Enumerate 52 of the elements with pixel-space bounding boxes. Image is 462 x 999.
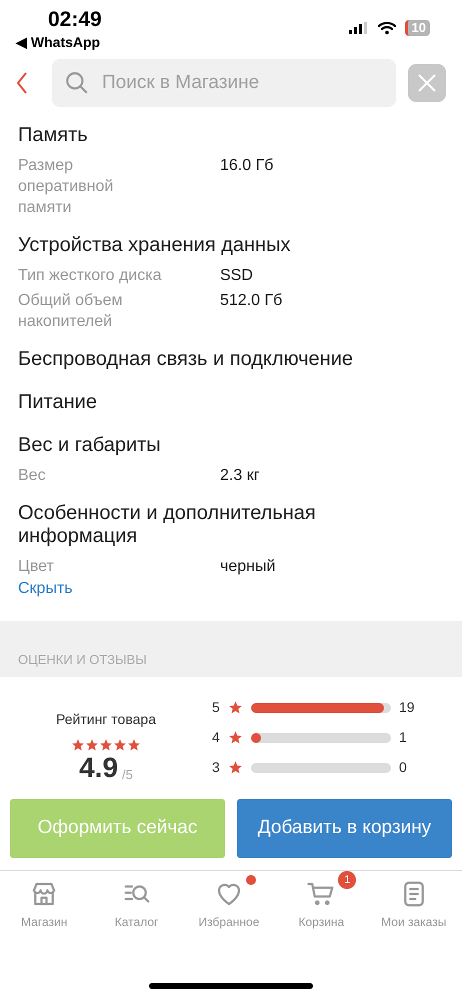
spec-value: черный [220,557,276,577]
status-time: 02:49 [47,8,102,32]
search-icon [64,70,90,96]
star-icon [113,738,127,752]
grade-number: 3 [212,758,221,777]
grade-count: 19 [399,698,415,717]
spec-value: 16.0 Гб [220,156,274,176]
section-title: Память [18,123,89,148]
section-title: Питание [18,390,98,415]
section-title: Беспроводная связь и подключение [18,347,354,372]
grade-number: 4 [212,728,221,747]
rating-max: /5 [122,766,133,784]
wifi-icon [376,21,397,35]
spec-label: Вес [18,466,47,486]
rating-label: Рейтинг товара [56,710,156,729]
star-icon [71,738,85,752]
spec-value: SSD [220,266,253,286]
grade-count: 1 [399,728,407,747]
star-icon [228,730,243,745]
star-icon [228,700,243,715]
star-icon [99,738,113,752]
tab-bar-item[interactable]: 1 Корзина [279,871,368,931]
grade-number: 5 [212,698,221,717]
rating-score: 4.9 [79,752,118,784]
section-title: Вес и габариты [18,433,162,458]
tab-bar-item[interactable]: Магазин [2,871,90,931]
spec-label: Тип жесткого диска [18,266,162,286]
spec-value: 2.3 кг [220,466,260,486]
spec-label: Размер оперативной памяти [18,156,114,218]
close-icon [417,73,437,93]
tab-bar-item[interactable]: Избранное [186,871,275,931]
battery-indicator: 10 [404,20,430,36]
spec-value: 512.0 Гб [220,291,282,311]
spec-label: Цвет [18,557,55,577]
tab-bar-item[interactable]: Каталог [94,871,183,931]
grade-count: 0 [399,758,407,777]
star-icon [85,738,99,752]
reviews-heading: ОЦЕНКИ И ОТЗЫВЫ [18,650,147,669]
section-title: Устройства хранения данных [18,233,292,258]
back-to-app-link[interactable]: ◀ WhatsApp [16,32,102,53]
signal-icon [348,22,369,34]
section-title: Особенности и дополнительная информация [18,501,317,549]
back-icon[interactable] [16,71,28,95]
star-icon [228,760,243,775]
hide-link[interactable]: Скрыть [18,577,444,601]
add-to-cart-button[interactable]: Добавить в корзину [237,799,452,858]
star-icon [127,738,141,752]
search-field[interactable]: Поиск в Магазине [52,59,396,107]
buy-now-button[interactable]: Оформить сейчас [10,799,225,858]
spec-label: Общий объем накопителей [18,291,124,332]
cart-count-badge: 1 [338,871,356,889]
tab-bar-item[interactable]: Мои заказы [372,871,460,931]
